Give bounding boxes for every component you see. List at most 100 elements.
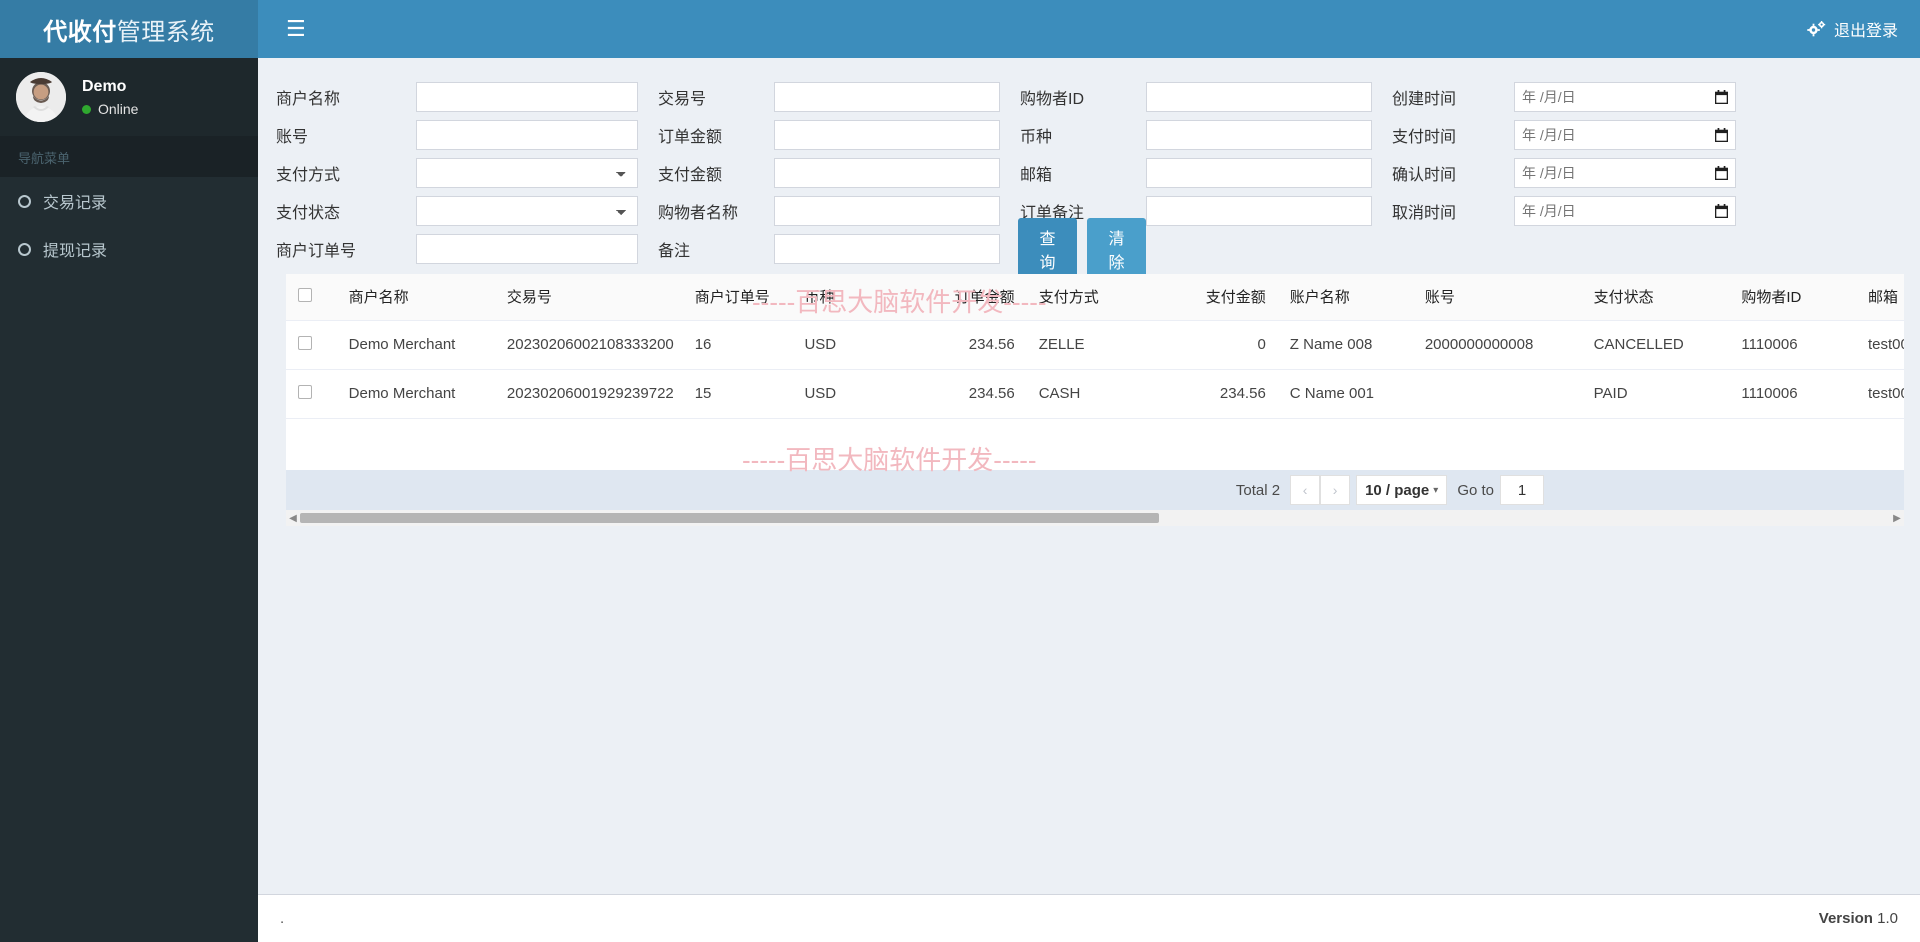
user-status: Online <box>82 101 138 117</box>
logout-button[interactable]: 退出登录 <box>1807 17 1898 41</box>
brand-logo[interactable]: 代收付 管理系统 <box>0 0 258 58</box>
label-merchant-name: 商户名称 <box>276 91 341 108</box>
field-account-no <box>416 120 656 150</box>
cell-account-name: Z Name 008 <box>1277 320 1413 370</box>
cell-shopper-id: 1110006 <box>1729 320 1856 370</box>
row-checkbox[interactable] <box>298 335 312 350</box>
col-header-merchant-name[interactable]: 商户名称 <box>336 274 495 321</box>
cell-account-name: C Name 001 <box>1277 369 1413 419</box>
cell-payment-status: PAID <box>1581 369 1730 419</box>
col-header-payment-method[interactable]: 支付方式 <box>1026 274 1162 321</box>
col-header-paid-amount[interactable]: 支付金额 <box>1161 274 1278 321</box>
search-panel: 商户名称 交易号 购物者ID 创建时间 年 /月/日 账号 订单金额 币种 支付… <box>258 58 1920 280</box>
field-transaction-no <box>774 82 1018 112</box>
search-actions: 查询 清除 <box>1018 218 1146 280</box>
col-header-transaction-no[interactable]: 交易号 <box>494 274 683 321</box>
field-cancel-time: 年 /月/日 <box>1514 196 1754 226</box>
search-form-grid: 商户名称 交易号 购物者ID 创建时间 年 /月/日 账号 订单金额 币种 支付… <box>274 78 1904 280</box>
scroll-left-arrow-icon[interactable]: ◀ <box>286 513 300 524</box>
account-no-input[interactable] <box>416 120 638 150</box>
field-confirm-time: 年 /月/日 <box>1514 158 1754 188</box>
field-order-amount <box>774 120 1018 150</box>
version-label: Version <box>1818 910 1873 927</box>
user-panel[interactable]: Demo Online <box>0 58 258 136</box>
create-time-date-input[interactable] <box>1514 82 1736 112</box>
cell-payment-method: CASH <box>1026 369 1162 419</box>
row-checkbox[interactable] <box>298 384 312 399</box>
paid-amount-input[interactable] <box>774 158 1000 188</box>
chevron-right-icon[interactable]: › <box>1320 475 1351 505</box>
label-merchant-order-no: 商户订单号 <box>276 243 357 260</box>
transaction-no-input[interactable] <box>774 82 1000 112</box>
clear-button[interactable]: 清除 <box>1087 218 1146 280</box>
cancel-time-date-input[interactable] <box>1514 196 1736 226</box>
col-header-payment-status[interactable]: 支付状态 <box>1581 274 1730 321</box>
chevron-left-icon[interactable]: ‹ <box>1290 475 1321 505</box>
field-order-remark <box>1146 196 1390 226</box>
goto-page-input[interactable] <box>1500 475 1544 505</box>
table-row[interactable]: Demo Merchant 20230206001929239722 15 US… <box>286 369 1904 419</box>
table-row[interactable]: Demo Merchant 20230206002108333200 16 US… <box>286 320 1904 370</box>
scrollbar-track[interactable] <box>300 512 1890 524</box>
chevron-down-icon: ▾ <box>1433 484 1439 496</box>
page-size-label: 10 / page <box>1365 481 1430 499</box>
shopper-id-input[interactable] <box>1146 82 1372 112</box>
label-create-time: 创建时间 <box>1392 91 1457 108</box>
shopper-name-input[interactable] <box>774 196 1000 226</box>
sidebar-item-withdraw-records[interactable]: 提现记录 <box>0 225 258 273</box>
user-status-label: Online <box>98 101 139 117</box>
merchant-order-no-input[interactable] <box>416 234 638 264</box>
scrollbar-thumb[interactable] <box>300 513 1159 523</box>
col-header-currency[interactable]: 币种 <box>792 274 911 321</box>
pay-time-date-input[interactable] <box>1514 120 1736 150</box>
cell-transaction-no: 20230206002108333200 <box>494 320 683 370</box>
hamburger-icon[interactable]: ☰ <box>280 14 312 44</box>
page-size-select[interactable]: 10 / page ▾ <box>1356 475 1448 505</box>
data-table-container: 商户名称 交易号 商户订单号 币种 订单金额 支付方式 支付金额 账户名称 账号… <box>286 274 1904 470</box>
footer-version: Version 1.0 <box>1819 910 1898 927</box>
cell-merchant-name: Demo Merchant <box>336 320 495 370</box>
content-area: 商户名称 交易号 购物者ID 创建时间 年 /月/日 账号 订单金额 币种 支付… <box>258 58 1920 942</box>
confirm-time-date-input[interactable] <box>1514 158 1736 188</box>
table-header-row: 商户名称 交易号 商户订单号 币种 订单金额 支付方式 支付金额 账户名称 账号… <box>286 274 1904 321</box>
field-merchant-order-no <box>416 234 656 264</box>
field-shopper-id <box>1146 82 1390 112</box>
status-dot-icon <box>82 104 91 114</box>
scroll-right-arrow-icon[interactable]: ▶ <box>1890 513 1904 524</box>
col-header-merchant-order-no[interactable]: 商户订单号 <box>682 274 793 321</box>
avatar <box>16 72 66 122</box>
merchant-name-input[interactable] <box>416 82 638 112</box>
cell-merchant-order-no: 16 <box>682 320 793 370</box>
field-create-time: 年 /月/日 <box>1514 82 1754 112</box>
order-remark-input[interactable] <box>1146 196 1372 226</box>
payment-method-select[interactable] <box>416 158 638 188</box>
row-select-cell <box>286 369 337 419</box>
currency-input[interactable] <box>1146 120 1372 150</box>
field-payment-method <box>416 158 656 188</box>
payment-status-select[interactable] <box>416 196 638 226</box>
search-button[interactable]: 查询 <box>1018 218 1077 280</box>
label-order-amount: 订单金额 <box>658 129 723 146</box>
field-paid-amount <box>774 158 1018 188</box>
select-all-checkbox[interactable] <box>298 287 312 302</box>
email-input[interactable] <box>1146 158 1372 188</box>
cell-email: test002@gma <box>1855 369 1904 419</box>
field-email <box>1146 158 1390 188</box>
remark-input[interactable] <box>774 234 1000 264</box>
field-payment-status <box>416 196 656 226</box>
label-transaction-no: 交易号 <box>658 91 707 108</box>
col-header-order-amount[interactable]: 订单金额 <box>910 274 1027 321</box>
col-header-email[interactable]: 邮箱 <box>1855 274 1904 321</box>
sidebar-item-transaction-records[interactable]: 交易记录 <box>0 177 258 225</box>
col-header-account-name[interactable]: 账户名称 <box>1277 274 1413 321</box>
select-all-header <box>286 274 337 321</box>
horizontal-scrollbar[interactable]: ◀ ▶ <box>286 510 1904 526</box>
circle-icon <box>18 194 31 208</box>
col-header-shopper-id[interactable]: 购物者ID <box>1729 274 1856 321</box>
order-amount-input[interactable] <box>774 120 1000 150</box>
table-head: 商户名称 交易号 商户订单号 币种 订单金额 支付方式 支付金额 账户名称 账号… <box>286 274 1904 321</box>
label-email: 邮箱 <box>1020 167 1053 184</box>
col-header-account-no[interactable]: 账号 <box>1412 274 1582 321</box>
nav-header: 导航菜单 <box>0 136 258 177</box>
field-shopper-name <box>774 196 1018 226</box>
